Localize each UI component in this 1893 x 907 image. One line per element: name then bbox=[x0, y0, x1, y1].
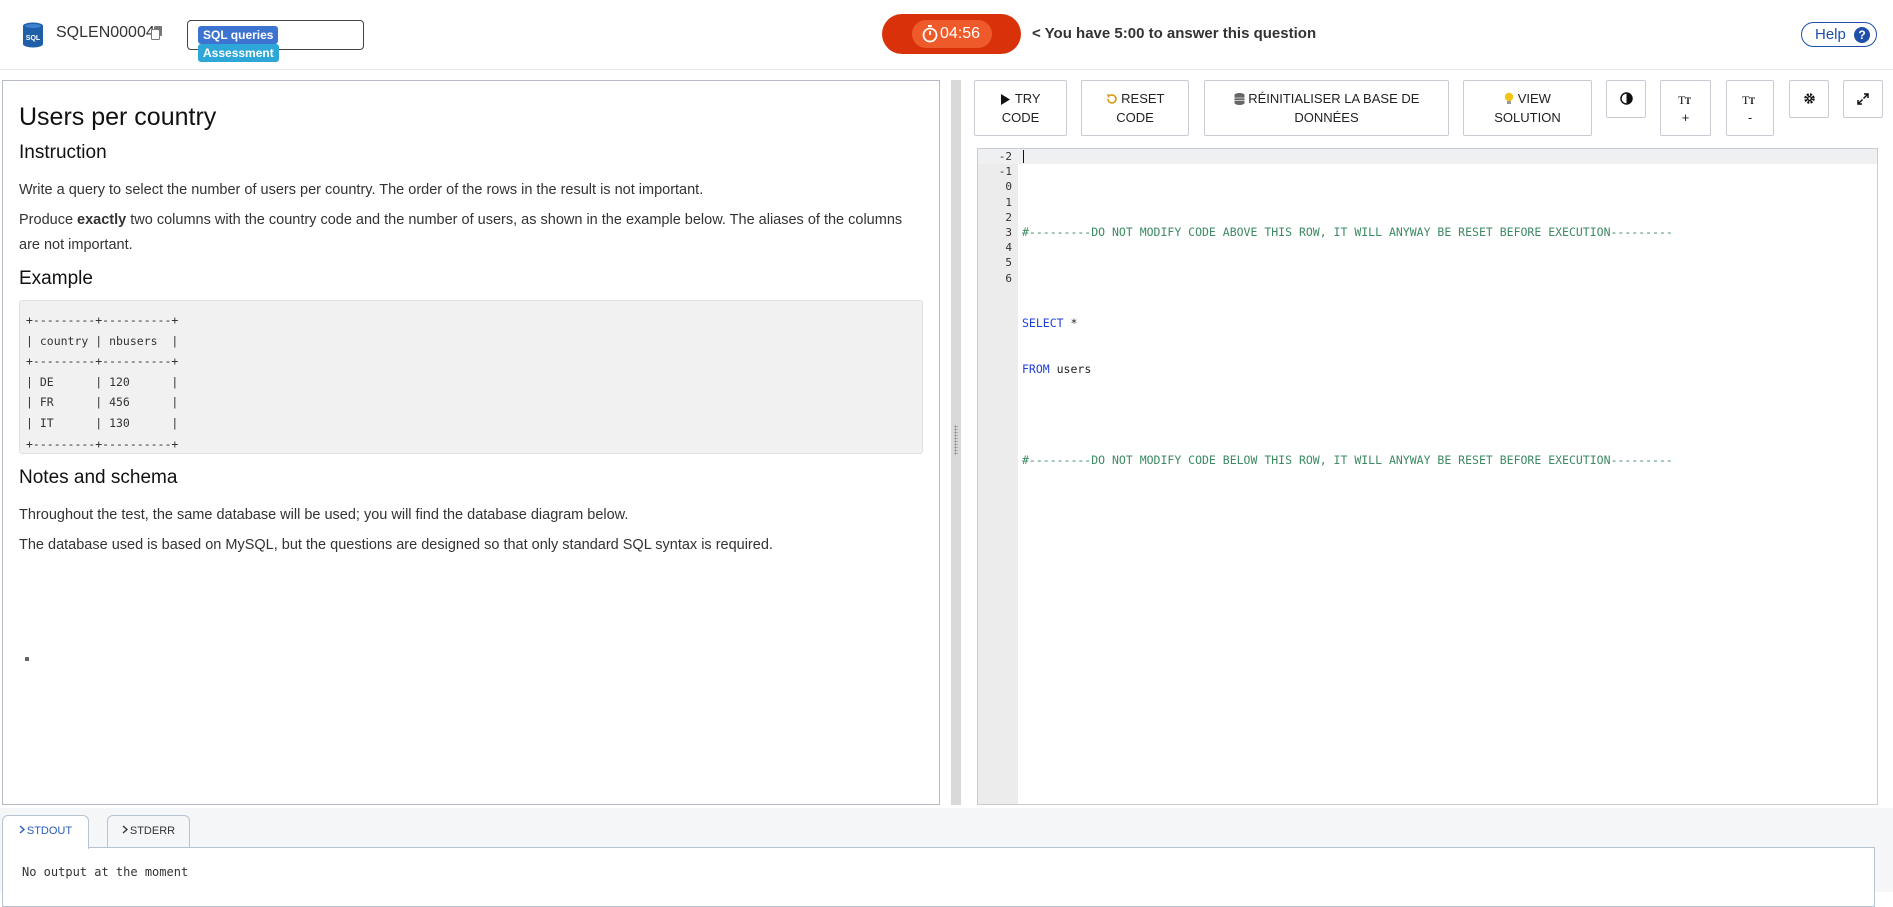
reset-code-button[interactable]: RESET CODE bbox=[1081, 80, 1189, 136]
instruction-text-2-pre: Produce bbox=[19, 212, 78, 228]
theme-toggle-button[interactable] bbox=[1606, 80, 1646, 118]
select-rest: * bbox=[1063, 316, 1078, 331]
code-line-select: SELECT * bbox=[1022, 316, 1673, 331]
code-lines[interactable]: #---------DO NOT MODIFY CODE ABOVE THIS … bbox=[1022, 149, 1673, 590]
font-size-icon: TT bbox=[1678, 93, 1691, 107]
line-numbers: -2 -1 0 1 2 3 4 5 6 bbox=[978, 149, 1012, 286]
font-increase-label: + bbox=[1681, 110, 1690, 125]
try-code-button[interactable]: TRY CODE bbox=[974, 80, 1067, 136]
from-rest: users bbox=[1049, 361, 1092, 376]
font-size-icon: TT bbox=[1742, 93, 1755, 107]
tag-sql-queries: SQL queries bbox=[198, 26, 279, 44]
instruction-emphasis: exactly bbox=[77, 212, 127, 228]
line-number: 5 bbox=[1005, 256, 1012, 270]
expand-icon bbox=[1857, 93, 1869, 105]
problem-panel: Users per country Instruction Write a qu… bbox=[2, 80, 940, 805]
stopwatch-icon bbox=[922, 25, 938, 43]
help-button[interactable]: Help ? bbox=[1801, 22, 1877, 47]
tab-stderr[interactable]: STDERR bbox=[107, 815, 190, 847]
play-icon bbox=[1001, 94, 1011, 105]
font-increase-button[interactable]: TT + bbox=[1660, 80, 1711, 136]
font-decrease-button[interactable]: TT - bbox=[1726, 80, 1774, 136]
try-code-label-1: TRY bbox=[1014, 91, 1041, 106]
line-number: -2 bbox=[998, 150, 1012, 163]
line-number: 4 bbox=[1005, 241, 1012, 255]
database-icon: SQL bbox=[23, 22, 43, 48]
reset-database-button[interactable]: RÉINITIALISER LA BASE DE DONNÉES bbox=[1204, 80, 1449, 136]
instruction-text-1: Write a query to select the number of us… bbox=[19, 182, 704, 198]
timer-message: < You have 5:00 to answer this question bbox=[1032, 25, 1317, 42]
lightbulb-icon bbox=[1504, 92, 1514, 104]
code-line-comment-above: #---------DO NOT MODIFY CODE ABOVE THIS … bbox=[1022, 225, 1673, 240]
svg-text:SQL: SQL bbox=[26, 35, 41, 42]
code-editor[interactable]: -2 -1 0 1 2 3 4 5 6 #---------DO NOT MOD… bbox=[977, 148, 1878, 805]
example-table: +---------+----------+ | country | nbuse… bbox=[19, 300, 923, 454]
problem-title: Users per country bbox=[19, 103, 217, 131]
try-code-label-2: CODE bbox=[1001, 110, 1040, 125]
line-number: 2 bbox=[1005, 210, 1012, 224]
example-heading: Example bbox=[19, 268, 93, 289]
tab-stdout[interactable]: STDOUT bbox=[2, 815, 89, 849]
output-console: No output at the moment bbox=[2, 847, 1875, 907]
reset-code-label-1: RESET bbox=[1121, 91, 1165, 106]
schema-image-placeholder bbox=[25, 657, 29, 661]
header-bar: SQL SQLEN00004 SQL queriesAssessment 04:… bbox=[0, 0, 1893, 70]
reset-code-label-2: CODE bbox=[1116, 110, 1154, 125]
view-solution-label-2: SOLUTION bbox=[1494, 110, 1561, 125]
svg-text:T: T bbox=[1685, 96, 1691, 105]
splitter-grip[interactable] bbox=[954, 425, 958, 455]
help-label: Help bbox=[1815, 26, 1846, 43]
tab-stdout-label: STDOUT bbox=[26, 825, 73, 837]
code-line-from: FROM users bbox=[1022, 362, 1673, 377]
keyword-from: FROM bbox=[1022, 361, 1050, 376]
timer-value: 04:56 bbox=[940, 25, 981, 42]
view-solution-button[interactable]: VIEW SOLUTION bbox=[1463, 80, 1592, 136]
tag-assessment: Assessment bbox=[198, 44, 279, 62]
code-line-comment-below: #---------DO NOT MODIFY CODE BELOW THIS … bbox=[1022, 453, 1673, 468]
terminal-icon bbox=[122, 825, 128, 834]
tab-stderr-label: STDERR bbox=[129, 825, 176, 837]
timer: 04:56 bbox=[882, 14, 1021, 54]
line-number: 6 bbox=[1005, 271, 1012, 285]
line-number: -1 bbox=[998, 165, 1012, 179]
contrast-icon bbox=[1619, 92, 1633, 105]
panel-splitter[interactable] bbox=[951, 80, 961, 805]
copy-icon[interactable] bbox=[151, 26, 163, 40]
reset-db-label-1: RÉINITIALISER LA BASE DE bbox=[1248, 91, 1420, 106]
output-message: No output at the moment bbox=[22, 865, 189, 879]
keyword-select: SELECT bbox=[1022, 316, 1064, 331]
question-id: SQLEN00004 bbox=[56, 24, 155, 41]
help-icon: ? bbox=[1854, 27, 1870, 43]
instruction-text-2: Produce exactly two columns with the cou… bbox=[19, 208, 923, 258]
undo-icon bbox=[1106, 94, 1117, 104]
instruction-text-2-post: two columns with the country code and th… bbox=[19, 212, 903, 253]
tag-list: SQL queriesAssessment bbox=[187, 20, 364, 62]
gear-icon bbox=[1803, 93, 1815, 104]
timer-pill: 04:56 bbox=[912, 20, 992, 48]
notes-text-2: The database used is based on MySQL, but… bbox=[19, 537, 773, 553]
terminal-icon bbox=[19, 825, 25, 834]
fullscreen-button[interactable] bbox=[1843, 80, 1883, 118]
database-small-icon bbox=[1234, 93, 1245, 105]
view-solution-label-1: VIEW bbox=[1517, 91, 1551, 106]
instruction-heading: Instruction bbox=[19, 142, 107, 163]
line-number: 3 bbox=[1005, 226, 1012, 240]
reset-db-label-2: DONNÉES bbox=[1294, 110, 1359, 125]
line-number: 1 bbox=[1005, 195, 1012, 209]
notes-heading: Notes and schema bbox=[19, 467, 178, 488]
settings-button[interactable] bbox=[1789, 80, 1829, 118]
font-decrease-label: - bbox=[1747, 110, 1753, 125]
line-number: 0 bbox=[1005, 180, 1012, 194]
notes-text-1: Throughout the test, the same database w… bbox=[19, 507, 629, 523]
svg-text:T: T bbox=[1749, 96, 1755, 105]
